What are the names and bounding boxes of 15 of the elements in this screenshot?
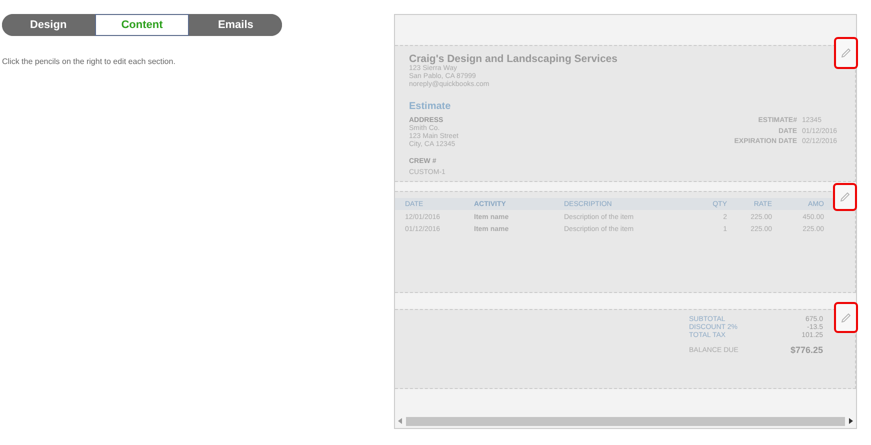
scroll-left-icon[interactable] xyxy=(398,418,402,424)
company-name: Craig's Design and Landscaping Services xyxy=(409,53,618,65)
balance-value: $776.25 xyxy=(789,346,823,355)
instruction-text: Click the pencils on the right to edit each section. xyxy=(2,57,176,66)
edit-button[interactable] xyxy=(833,183,857,211)
pencil-icon xyxy=(841,312,851,322)
scrollbar-thumb[interactable] xyxy=(406,416,845,426)
edit-button[interactable] xyxy=(834,302,858,333)
pencil-icon xyxy=(840,192,850,202)
horizontal-scrollbar[interactable] xyxy=(395,415,856,427)
edit-button[interactable] xyxy=(834,37,858,69)
pencil-icon xyxy=(841,48,851,58)
scroll-right-icon[interactable] xyxy=(849,418,853,424)
document-title: Estimate xyxy=(409,101,452,112)
tab[interactable]: Content xyxy=(94,14,190,36)
